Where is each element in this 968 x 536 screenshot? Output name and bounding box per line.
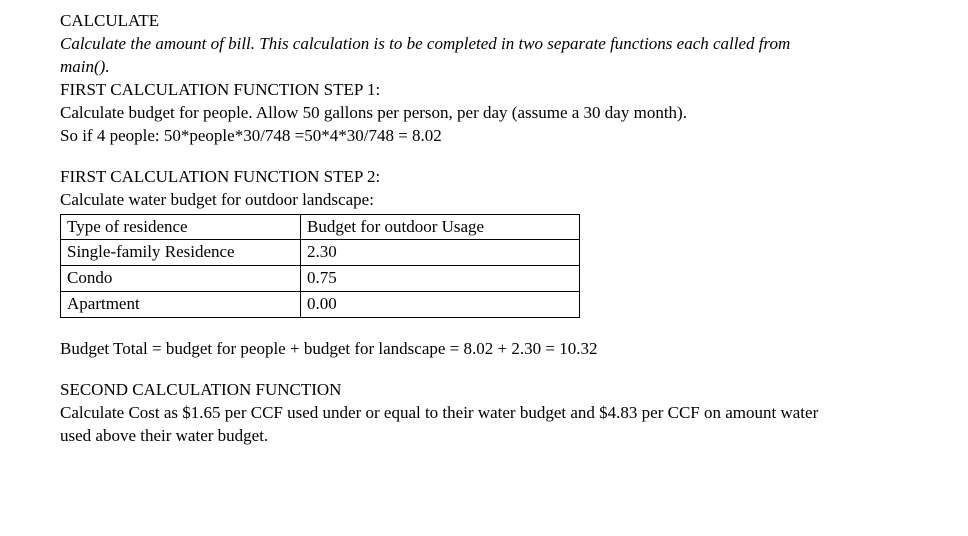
step2-body: Calculate water budget for outdoor lands… <box>60 189 840 212</box>
calc-intro: Calculate the amount of bill. This calcu… <box>60 33 840 79</box>
table-row: Apartment 0.00 <box>61 292 580 318</box>
table-row: Single-family Residence 2.30 <box>61 240 580 266</box>
table-header-type: Type of residence <box>61 214 301 240</box>
blank-line <box>60 361 840 379</box>
budget-total-line: Budget Total = budget for people + budge… <box>60 338 840 361</box>
step1-formula: So if 4 people: 50*people*30/748 =50*4*3… <box>60 125 840 148</box>
second-calc-heading: SECOND CALCULATION FUNCTION <box>60 379 840 402</box>
second-calc-body: Calculate Cost as $1.65 per CCF used und… <box>60 402 840 448</box>
landscape-budget-table: Type of residence Budget for outdoor Usa… <box>60 214 580 319</box>
table-cell-type: Apartment <box>61 292 301 318</box>
document-page: CALCULATE Calculate the amount of bill. … <box>0 0 840 448</box>
blank-line <box>60 148 840 166</box>
heading-calculate: CALCULATE <box>60 10 840 33</box>
table-header-budget: Budget for outdoor Usage <box>301 214 580 240</box>
step2-heading: FIRST CALCULATION FUNCTION STEP 2: <box>60 166 840 189</box>
table-row: Type of residence Budget for outdoor Usa… <box>61 214 580 240</box>
table-cell-type: Single-family Residence <box>61 240 301 266</box>
step1-heading: FIRST CALCULATION FUNCTION STEP 1: <box>60 79 840 102</box>
table-row: Condo 0.75 <box>61 266 580 292</box>
table-cell-budget: 2.30 <box>301 240 580 266</box>
table-cell-type: Condo <box>61 266 301 292</box>
step1-body: Calculate budget for people. Allow 50 ga… <box>60 102 840 125</box>
blank-line <box>60 320 840 338</box>
table-cell-budget: 0.75 <box>301 266 580 292</box>
table-cell-budget: 0.00 <box>301 292 580 318</box>
